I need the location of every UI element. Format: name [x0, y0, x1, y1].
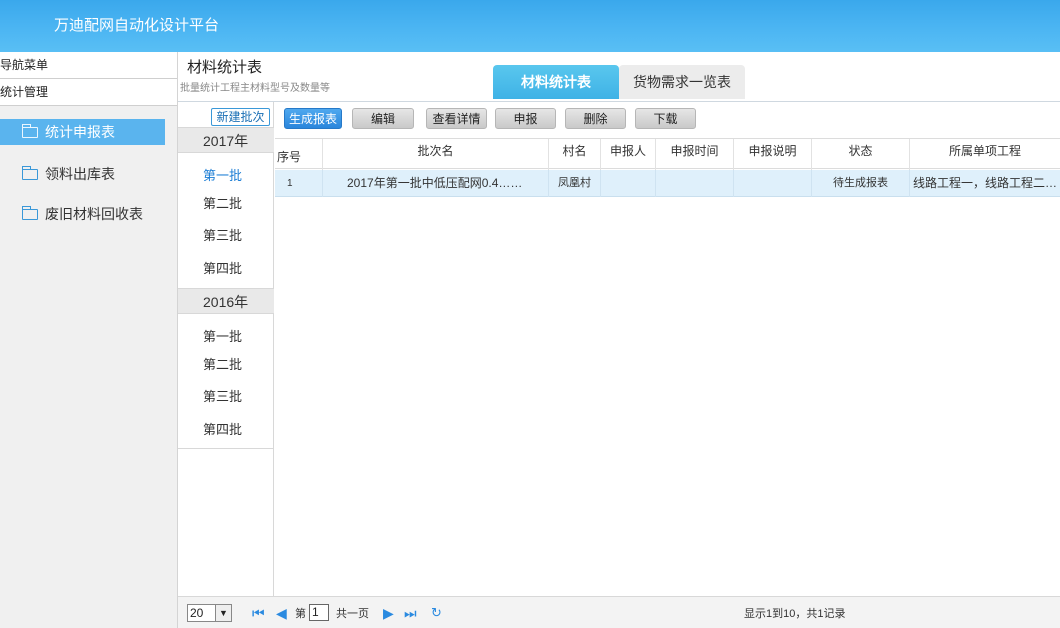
batch-item[interactable]: 第二批	[203, 193, 242, 212]
app-title: 万迪配网自动化设计平台	[54, 17, 220, 34]
folder-icon	[22, 166, 38, 180]
column-header-project[interactable]: 所属单项工程	[910, 139, 1060, 170]
batch-item[interactable]: 第一批	[203, 165, 242, 184]
tab-material-stats[interactable]: 材料统计表	[493, 65, 619, 99]
pagination-summary: 显示1到10，共1记录	[744, 608, 846, 620]
view-details-button[interactable]: 查看详情	[426, 108, 487, 129]
sidebar-section-stat-manage[interactable]: 统计管理	[0, 79, 177, 106]
total-pages-label: 共一页	[336, 608, 369, 620]
new-batch-button[interactable]: 新建批次	[211, 108, 270, 126]
table-header: 序号 批次名 村名 申报人 申报时间 申报说明 状态 所属单项工程	[275, 138, 1060, 170]
page-prefix-label: 第	[295, 608, 306, 620]
first-page-icon[interactable]: ⏮	[252, 604, 265, 622]
column-header-index[interactable]: 序号	[275, 139, 323, 170]
sidebar-item-waste-recycle[interactable]: 废旧材料回收表	[0, 201, 178, 227]
chevron-down-icon: ▼	[215, 605, 231, 621]
generate-report-button[interactable]: 生成报表	[284, 108, 342, 129]
delete-button[interactable]: 删除	[565, 108, 626, 129]
cell-report-note	[734, 170, 812, 197]
batch-item[interactable]: 第三批	[203, 386, 242, 405]
page-subtitle: 批量统计工程主材料型号及数量等	[180, 83, 330, 94]
column-header-batch-name[interactable]: 批次名	[323, 139, 549, 170]
tab-goods-demand[interactable]: 货物需求一览表	[619, 65, 745, 99]
batch-item[interactable]: 第一批	[203, 326, 242, 345]
header-divider	[178, 101, 1060, 102]
column-header-status[interactable]: 状态	[812, 139, 910, 170]
year-header-2016[interactable]: 2016年	[178, 288, 274, 314]
column-header-village[interactable]: 村名	[549, 139, 601, 170]
sidebar-item-label: 废旧材料回收表	[45, 206, 143, 222]
edit-button[interactable]: 编辑	[352, 108, 414, 129]
folder-icon	[22, 206, 38, 220]
batch-item[interactable]: 第二批	[203, 354, 242, 373]
batch-item[interactable]: 第三批	[203, 225, 242, 244]
page-title: 材料统计表	[187, 59, 263, 76]
sidebar-header: 导航菜单	[0, 52, 177, 79]
cell-village: 凤凰村	[549, 170, 601, 197]
column-header-reporter[interactable]: 申报人	[601, 139, 656, 170]
download-button[interactable]: 下载	[635, 108, 696, 129]
cell-report-time	[656, 170, 734, 197]
batch-item[interactable]: 第四批	[203, 419, 242, 438]
column-header-report-note[interactable]: 申报说明	[734, 139, 812, 170]
next-page-icon[interactable]: ▶	[383, 604, 394, 622]
year-header-2017[interactable]: 2017年	[178, 127, 274, 153]
sidebar-item-material-out[interactable]: 领料出库表	[0, 161, 178, 187]
refresh-icon[interactable]: ↻	[431, 604, 442, 622]
folder-icon	[22, 124, 38, 138]
cell-reporter	[601, 170, 656, 197]
batch-list-divider	[178, 448, 274, 449]
cell-status: 待生成报表	[812, 170, 910, 197]
cell-index: 1	[275, 170, 323, 197]
page-size-select[interactable]: 20 ▼	[187, 604, 232, 622]
app-header: 万迪配网自动化设计平台	[0, 0, 1060, 52]
sidebar-item-label: 领料出库表	[45, 166, 115, 182]
cell-batch-name: 2017年第一批中低压配网0.4……	[323, 170, 549, 197]
sidebar-item-stat-report[interactable]: 统计申报表	[0, 119, 165, 145]
prev-page-icon[interactable]: ◀	[276, 604, 287, 622]
cell-project: 线路工程一，线路工程二…	[913, 176, 1058, 190]
page-number-input[interactable]: 1	[309, 604, 329, 621]
sidebar-item-label: 统计申报表	[45, 124, 115, 140]
submit-report-button[interactable]: 申报	[495, 108, 556, 129]
last-page-icon[interactable]: ⏭	[404, 604, 417, 622]
column-header-report-time[interactable]: 申报时间	[656, 139, 734, 170]
batch-item[interactable]: 第四批	[203, 258, 242, 277]
table-row[interactable]: 1 2017年第一批中低压配网0.4…… 凤凰村 待生成报表 线路工程一，线路工…	[275, 170, 1060, 197]
